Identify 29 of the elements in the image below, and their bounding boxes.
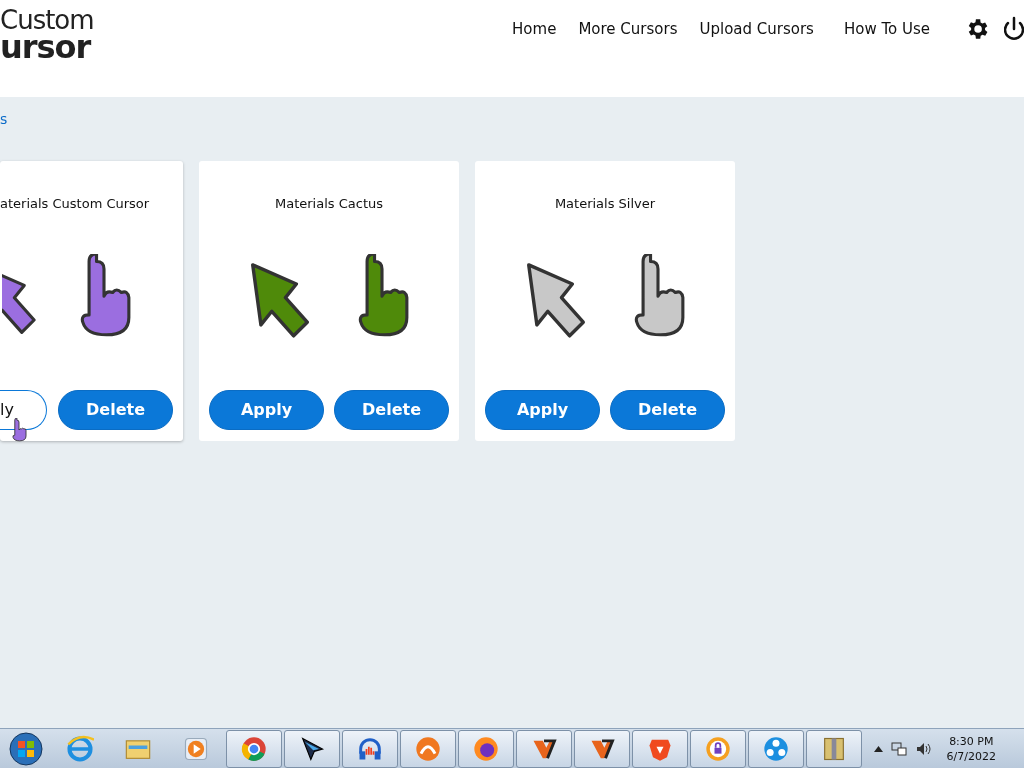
- start-button[interactable]: [8, 730, 44, 767]
- circle-dots-icon: [762, 734, 790, 763]
- logo-text[interactable]: Custom: [0, 8, 94, 32]
- nav-link[interactable]: Home: [512, 17, 557, 41]
- taskbar-app-button[interactable]: [458, 729, 514, 768]
- apply-button[interactable]: Apply: [209, 389, 324, 430]
- taskbar-app-button[interactable]: [574, 729, 630, 768]
- nav-link[interactable]: How To Use: [843, 17, 930, 41]
- nav-link[interactable]: More Cursors: [578, 17, 678, 41]
- apply-button[interactable]: Apply: [485, 389, 600, 430]
- show-hidden-icons-icon[interactable]: [873, 744, 883, 753]
- card-title: Materials Silver: [554, 195, 656, 213]
- apply-button[interactable]: ly: [0, 389, 47, 430]
- card-title: aterials Custom Cursor: [0, 195, 150, 213]
- taskbar-app-button[interactable]: [284, 729, 340, 768]
- delete-button[interactable]: Delete: [58, 389, 173, 430]
- delete-button[interactable]: Delete: [610, 389, 725, 430]
- app-icon: [414, 734, 442, 763]
- lock-icon: [704, 734, 732, 763]
- logo-text[interactable]: ursor: [0, 32, 94, 62]
- nav-link[interactable]: Upload Cursors: [699, 17, 814, 41]
- power-icon[interactable]: [1004, 16, 1024, 42]
- card-title: Materials Cactus: [275, 195, 383, 213]
- taskbar-app-button[interactable]: [516, 729, 572, 768]
- clock-date[interactable]: 6/7/2022: [946, 748, 996, 764]
- clock-time[interactable]: 8:30 PM: [946, 733, 996, 749]
- delete-button[interactable]: Delete: [334, 389, 449, 430]
- network-icon[interactable]: [890, 740, 907, 757]
- breadcrumb-link[interactable]: s: [0, 111, 8, 127]
